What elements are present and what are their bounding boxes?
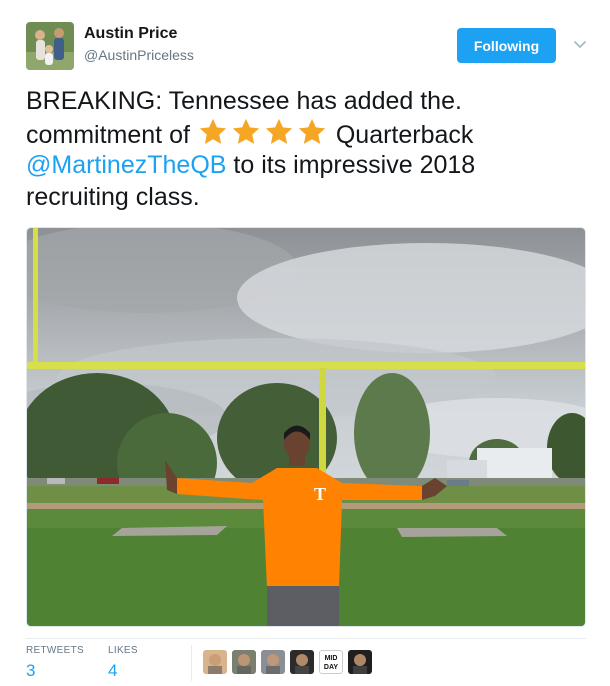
liker-avatar-1[interactable]: [203, 650, 227, 674]
likes-label: LIKES: [108, 645, 138, 656]
tweet-text-fragment: Quarterback: [335, 121, 474, 149]
liker-avatar-6[interactable]: [348, 650, 372, 674]
tweet-text-fragment: commitment of: [26, 121, 190, 149]
retweets-count[interactable]: 3: [26, 661, 84, 681]
retweets-label: RETWEETS: [26, 645, 84, 656]
star-icon: [199, 118, 227, 144]
author-handle[interactable]: @AustinPriceless: [84, 47, 194, 63]
tweet-header: Austin Price @AustinPriceless Following: [26, 22, 596, 72]
liker-avatars: MID DAY: [203, 650, 377, 674]
liker-avatar-3[interactable]: [261, 650, 285, 674]
tweet-photo[interactable]: T: [26, 227, 586, 627]
star-emoji-group: [197, 117, 329, 147]
tweet-text-fragment: to its impressive 2018: [233, 151, 476, 179]
tweet-line-2: commitment of Quarterback: [26, 117, 586, 149]
likes-count[interactable]: 4: [108, 661, 138, 681]
tweet-line-3: @MartinezTheQB to its impressive 2018: [26, 149, 586, 181]
shirt-logo: T: [314, 484, 326, 504]
tweet-card: Austin Price @AustinPriceless Following …: [0, 0, 610, 686]
liker-avatar-5[interactable]: MID DAY: [319, 650, 343, 674]
following-button[interactable]: Following: [457, 28, 556, 63]
tweet-line-4: recruiting class.: [26, 183, 200, 211]
star-icon: [232, 118, 260, 144]
mention-link[interactable]: @MartinezTheQB: [26, 151, 226, 179]
author-name[interactable]: Austin Price: [84, 25, 177, 43]
likes-stat[interactable]: LIKES 4: [108, 645, 138, 681]
author-avatar[interactable]: [26, 22, 74, 70]
tweet-line-1: BREAKING: Tennessee has added the.: [26, 87, 462, 115]
star-icon: [298, 118, 326, 144]
stats-separator: [191, 645, 192, 681]
tweet-text: BREAKING: Tennessee has added the. commi…: [26, 85, 586, 213]
stats-divider: [26, 638, 586, 639]
retweets-stat[interactable]: RETWEETS 3: [26, 645, 84, 681]
chevron-down-icon[interactable]: [572, 36, 588, 52]
liker-avatar-4[interactable]: [290, 650, 314, 674]
liker-avatar-2[interactable]: [232, 650, 256, 674]
star-icon: [265, 118, 293, 144]
